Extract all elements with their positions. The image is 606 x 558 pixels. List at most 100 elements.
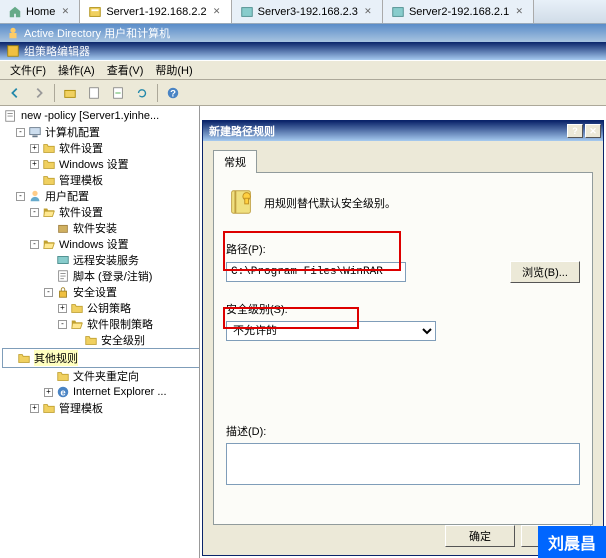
watermark: 刘晨昌 [538, 526, 606, 558]
tree-node[interactable]: 脚本 (登录/注销) [2, 268, 197, 284]
forward-button[interactable] [28, 82, 50, 104]
server-icon [88, 5, 102, 19]
tree-expander[interactable]: - [30, 240, 39, 249]
close-icon[interactable]: ✕ [211, 6, 223, 18]
tree-node[interactable]: 安全级别 [2, 332, 197, 348]
tree-label: 软件设置 [59, 140, 103, 156]
dialog-body: 常规 用规则替代默认安全级别。 路径(P): 浏览(B)... 安全级别(S):… [203, 141, 603, 555]
script-icon [56, 269, 70, 283]
help-button[interactable]: ? [162, 82, 184, 104]
tree-label: 管理模板 [59, 400, 103, 416]
tree-expander[interactable]: + [30, 144, 39, 153]
info-text: 用规则替代默认安全级别。 [264, 195, 396, 211]
tree-node[interactable]: -Windows 设置 [2, 236, 197, 252]
help-button[interactable]: ? [567, 124, 583, 138]
tree-spacer [44, 272, 53, 281]
export-button[interactable] [107, 82, 129, 104]
ie-icon: e [56, 385, 70, 399]
folder-open-icon [42, 237, 56, 251]
folder-icon [42, 157, 56, 171]
close-icon[interactable]: ✕ [362, 6, 374, 18]
tree-view[interactable]: new -policy [Server1.yinhe... -计算机配置 + 软件设… [0, 106, 200, 558]
menu-help[interactable]: 帮助(H) [149, 60, 198, 80]
menu-view[interactable]: 查看(V) [101, 60, 150, 80]
tree-expander[interactable]: - [16, 192, 25, 201]
ad-icon [6, 26, 20, 40]
tree-spacer [72, 336, 81, 345]
tree-node[interactable]: 软件安装 [2, 220, 197, 236]
tree-expander[interactable]: + [30, 160, 39, 169]
level-label: 安全级别(S): [226, 301, 580, 317]
gpo-window-title: 组策略编辑器 [0, 42, 606, 60]
tree-label: 其他规则 [34, 350, 78, 366]
back-button[interactable] [4, 82, 26, 104]
tree-node[interactable]: -安全设置 [2, 284, 197, 300]
dialog-titlebar[interactable]: 新建路径规则 ? ✕ [203, 121, 603, 141]
tree-node[interactable]: -用户配置 [2, 188, 197, 204]
folder-icon [56, 369, 70, 383]
tree-expander[interactable]: + [58, 304, 67, 313]
tab-label: Server1-192.168.2.2 [106, 6, 206, 18]
tree-expander[interactable]: - [44, 288, 53, 297]
refresh-button[interactable] [131, 82, 153, 104]
properties-button[interactable] [83, 82, 105, 104]
ok-button[interactable]: 确定 [445, 525, 515, 547]
close-icon[interactable]: ✕ [59, 6, 71, 18]
policy-icon [4, 109, 18, 123]
tab-server1[interactable]: Server1-192.168.2.2 ✕ [80, 0, 231, 23]
browse-button[interactable]: 浏览(B)... [510, 261, 580, 283]
tree-node[interactable]: + Windows 设置 [2, 156, 197, 172]
tree-node[interactable]: -计算机配置 [2, 124, 197, 140]
tree-expander[interactable]: - [16, 128, 25, 137]
tree-expander[interactable]: - [58, 320, 67, 329]
server-icon [240, 5, 254, 19]
up-button[interactable] [59, 82, 81, 104]
tree-node[interactable]: 文件夹重定向 [2, 368, 197, 384]
tree-node[interactable]: +公钥策略 [2, 300, 197, 316]
close-button[interactable]: ✕ [585, 124, 601, 138]
tree-node[interactable]: 远程安装服务 [2, 252, 197, 268]
tree-expander[interactable]: + [44, 388, 53, 397]
folder-open-icon [42, 205, 56, 219]
tree-expander[interactable]: - [30, 208, 39, 217]
folder-icon [42, 173, 56, 187]
tree-node[interactable]: 管理模板 [2, 172, 197, 188]
tree-label: 安全级别 [101, 332, 145, 348]
folder-icon [84, 333, 98, 347]
tree-node[interactable]: +eInternet Explorer ... [2, 384, 197, 400]
tab-server2[interactable]: Server2-192.168.2.1 ✕ [383, 0, 534, 23]
tree-label: 软件设置 [59, 204, 103, 220]
dialog-title-text: 新建路径规则 [209, 123, 275, 139]
folder-icon [17, 351, 31, 365]
description-input[interactable] [226, 443, 580, 485]
dialog-tabs: 常规 [213, 149, 593, 173]
menubar: 文件(F) 操作(A) 查看(V) 帮助(H) [0, 60, 606, 80]
security-level-select[interactable]: 不允许的 [226, 321, 436, 341]
rule-icon [226, 187, 256, 219]
tree-spacer [44, 224, 53, 233]
ad-title-text: Active Directory 用户和计算机 [24, 25, 170, 41]
tab-general[interactable]: 常规 [213, 150, 257, 173]
tree-label: Windows 设置 [59, 156, 129, 172]
tab-home[interactable]: Home ✕ [0, 0, 80, 23]
tab-label: Server2-192.168.2.1 [409, 6, 509, 18]
tree-node[interactable]: + 管理模板 [2, 400, 197, 416]
tree-node[interactable]: - 软件设置 [2, 204, 197, 220]
menu-action[interactable]: 操作(A) [52, 60, 101, 80]
tab-server3[interactable]: Server3-192.168.2.3 ✕ [232, 0, 383, 23]
tree-node[interactable]: 其他规则 [2, 348, 200, 368]
remote-icon [56, 253, 70, 267]
tree-spacer [44, 372, 53, 381]
tree-label: Internet Explorer ... [73, 386, 167, 398]
tree-node[interactable]: -软件限制策略 [2, 316, 197, 332]
folder-icon [42, 141, 56, 155]
tree-label: 远程安装服务 [73, 252, 139, 268]
gpo-title-text: 组策略编辑器 [24, 43, 90, 59]
tree-spacer [30, 176, 39, 185]
path-input[interactable] [226, 262, 406, 282]
tree-root[interactable]: new -policy [Server1.yinhe... [2, 108, 197, 124]
tree-expander[interactable]: + [30, 404, 39, 413]
close-icon[interactable]: ✕ [513, 6, 525, 18]
menu-file[interactable]: 文件(F) [4, 60, 52, 80]
tree-node[interactable]: + 软件设置 [2, 140, 197, 156]
